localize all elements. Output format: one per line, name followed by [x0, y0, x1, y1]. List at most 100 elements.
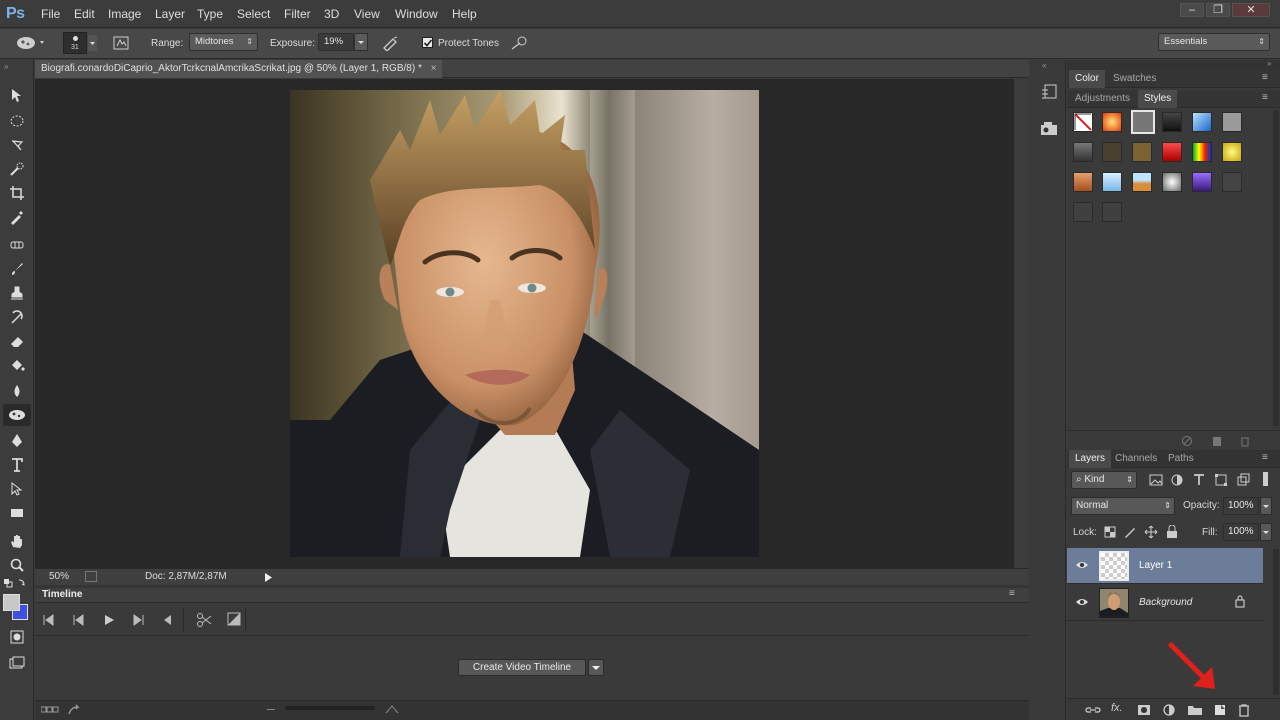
tab-channels[interactable]: Channels [1109, 450, 1163, 468]
previous-frame-icon[interactable] [71, 614, 85, 626]
workspace-select[interactable]: Essentials ⇕ [1158, 33, 1270, 51]
filter-adjustment-icon[interactable] [1170, 473, 1184, 487]
default-colors-icon[interactable] [3, 578, 29, 590]
menu-help[interactable]: Help [452, 7, 477, 21]
filter-pixel-icon[interactable] [1149, 473, 1163, 487]
style-swatch-empty[interactable] [1102, 202, 1122, 222]
history-panel-icon[interactable] [1040, 84, 1058, 102]
crop-tool-icon[interactable] [3, 182, 31, 204]
pen-tool-icon[interactable] [3, 430, 31, 452]
zoom-out-icon[interactable] [267, 709, 275, 710]
airbrush-icon[interactable] [382, 35, 400, 51]
filter-toggle-switch[interactable] [1263, 472, 1268, 486]
eraser-tool-icon[interactable] [3, 330, 31, 352]
collapse-dock-icon[interactable]: « [1042, 61, 1046, 70]
style-swatch-brown[interactable] [1102, 142, 1122, 162]
quick-selection-tool-icon[interactable] [3, 158, 31, 180]
menu-layer[interactable]: Layer [155, 7, 185, 21]
lock-transparent-icon[interactable] [1104, 526, 1116, 538]
frame-animation-icon[interactable] [41, 706, 59, 714]
style-swatch-none[interactable] [1073, 112, 1093, 132]
style-swatch-gray[interactable] [1222, 112, 1242, 132]
toggle-audio-icon[interactable] [161, 614, 173, 626]
fill-slider-button[interactable] [1260, 523, 1272, 541]
panel-menu-icon[interactable]: ≡ [1262, 452, 1268, 463]
lock-all-icon[interactable] [1166, 525, 1178, 539]
blur-tool-icon[interactable] [3, 380, 31, 402]
zoom-in-icon[interactable] [385, 704, 399, 714]
vertical-scrollbar[interactable] [1014, 79, 1029, 568]
panel-menu-icon[interactable]: ≡ [1009, 588, 1015, 599]
close-button[interactable]: ✕ [1232, 3, 1270, 17]
timeline-zoom-slider[interactable] [285, 706, 375, 710]
panel-menu-icon[interactable]: ≡ [1262, 92, 1268, 103]
filter-type-icon[interactable] [1192, 473, 1206, 487]
range-select[interactable]: Midtones ⇕ [189, 33, 258, 51]
restore-button[interactable]: ❐ [1206, 3, 1230, 17]
tab-adjustments[interactable]: Adjustments [1069, 90, 1136, 108]
lock-position-icon[interactable] [1144, 525, 1158, 539]
menu-filter[interactable]: Filter [284, 7, 311, 21]
actions-panel-icon[interactable] [1040, 120, 1058, 138]
layer-row-layer-1[interactable]: Layer 1 [1067, 548, 1263, 584]
layer-name[interactable]: Background [1139, 597, 1192, 608]
style-swatch-chrome[interactable] [1162, 172, 1182, 192]
style-swatch-sky[interactable] [1132, 172, 1152, 192]
layer-name[interactable]: Layer 1 [1139, 560, 1172, 571]
tab-swatches[interactable]: Swatches [1107, 70, 1162, 88]
healing-brush-tool-icon[interactable] [3, 234, 31, 256]
document-image[interactable] [290, 90, 759, 557]
zoom-level[interactable]: 50% [49, 571, 69, 582]
brush-preset-dropdown[interactable] [88, 35, 97, 51]
new-style-icon[interactable] [1211, 435, 1223, 447]
foreground-color-swatch-top[interactable] [3, 594, 20, 611]
lock-pixels-icon[interactable] [1124, 526, 1136, 538]
link-layers-icon[interactable] [1085, 704, 1101, 716]
style-swatch-rainbow[interactable] [1192, 142, 1212, 162]
style-swatch-fire[interactable] [1102, 112, 1122, 132]
close-tab-icon[interactable]: × [431, 63, 437, 74]
opacity-input[interactable]: 100% [1223, 497, 1259, 515]
menu-select[interactable]: Select [237, 7, 270, 21]
add-mask-icon[interactable] [1137, 704, 1151, 716]
hand-tool-icon[interactable] [3, 530, 31, 552]
panel-menu-icon[interactable]: ≡ [1262, 72, 1268, 83]
eyedropper-tool-icon[interactable] [3, 206, 31, 228]
paint-bucket-tool-icon[interactable] [3, 354, 31, 376]
style-swatch-empty[interactable] [1073, 202, 1093, 222]
style-swatch-steel[interactable] [1073, 142, 1093, 162]
menu-image[interactable]: Image [108, 7, 141, 21]
tab-color[interactable]: Color [1069, 70, 1105, 88]
exposure-slider-button[interactable] [354, 33, 368, 51]
delete-style-icon[interactable] [1239, 435, 1251, 447]
collapse-panels-icon[interactable]: » [1267, 59, 1271, 68]
filter-smart-object-icon[interactable] [1236, 473, 1250, 487]
filter-shape-icon[interactable] [1214, 473, 1228, 487]
next-frame-icon[interactable] [132, 614, 146, 626]
clear-style-icon[interactable] [1181, 435, 1193, 447]
tab-paths[interactable]: Paths [1162, 450, 1200, 468]
style-swatch-dark[interactable] [1162, 112, 1182, 132]
style-swatch-light-blue[interactable] [1102, 172, 1122, 192]
layer-filter-select[interactable]: ⌕ Kind ⇕ [1071, 471, 1137, 489]
transition-icon[interactable] [227, 612, 241, 626]
timeline-type-dropdown[interactable] [588, 659, 604, 676]
new-group-icon[interactable] [1187, 704, 1203, 716]
render-video-icon[interactable] [67, 704, 81, 716]
collapse-tools-icon[interactable]: » [4, 62, 8, 71]
menu-window[interactable]: Window [395, 7, 438, 21]
style-swatch-empty[interactable] [1222, 172, 1242, 192]
status-menu-arrow-icon[interactable] [263, 572, 273, 583]
go-to-first-frame-icon[interactable] [42, 614, 56, 626]
style-swatch-blue-glass[interactable] [1192, 112, 1212, 132]
zoom-tool-icon[interactable] [3, 554, 31, 576]
new-adjustment-layer-icon[interactable] [1162, 703, 1176, 717]
screen-mode-icon[interactable] [3, 652, 31, 674]
pressure-size-icon[interactable] [510, 35, 530, 51]
brush-panel-toggle-icon[interactable] [113, 35, 129, 51]
document-tab[interactable]: Biografi.conardoDiCaprio_AktorTcrkcnalAm… [35, 60, 443, 78]
opacity-slider-button[interactable] [1260, 497, 1272, 515]
style-swatch-gold[interactable] [1222, 142, 1242, 162]
history-brush-tool-icon[interactable] [3, 306, 31, 328]
menu-edit[interactable]: Edit [74, 7, 95, 21]
